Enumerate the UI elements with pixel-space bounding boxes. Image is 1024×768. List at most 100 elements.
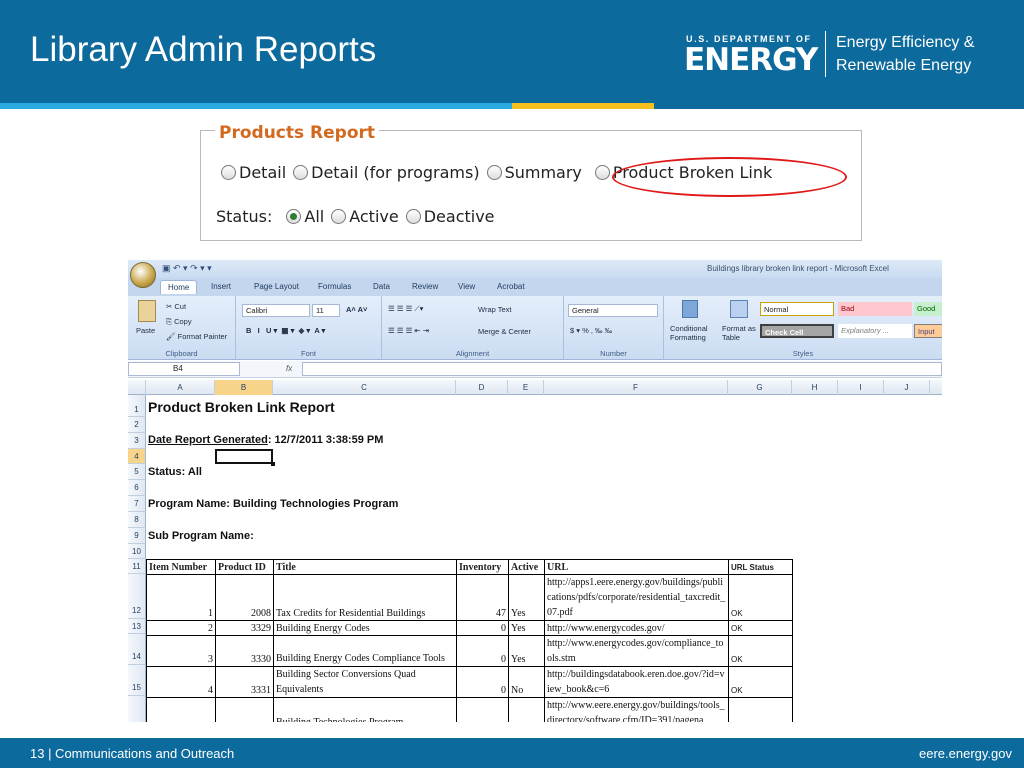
url-status-cell[interactable]: OK <box>728 666 793 698</box>
font-size-select[interactable]: 11 <box>312 304 340 317</box>
align-top-buttons[interactable]: ☰ ☰ ☰ ⟋▾ <box>388 304 423 314</box>
row-header[interactable]: 1 <box>128 395 146 417</box>
item-cell[interactable]: 4 <box>146 666 216 698</box>
radio-circle[interactable] <box>293 165 309 180</box>
row-header[interactable]: 7 <box>128 496 146 512</box>
active-cell[interactable]: Yes <box>508 635 545 667</box>
row-header[interactable]: 6 <box>128 480 146 496</box>
formula-input[interactable] <box>302 362 942 376</box>
row-header[interactable]: 12 <box>128 574 146 619</box>
header-url[interactable]: URL <box>544 559 729 575</box>
style-good[interactable]: Good <box>914 302 942 316</box>
date-cell[interactable]: Date Report Generated: 12/7/2011 3:38:59… <box>148 434 383 446</box>
office-button-icon[interactable] <box>130 262 156 288</box>
product-id-cell[interactable] <box>215 697 274 722</box>
url-cell[interactable]: http://buildingsdatabook.eren.doe.gov/?i… <box>544 666 729 698</box>
radio-status-deactive[interactable]: Deactive <box>405 207 495 226</box>
inventory-cell[interactable]: 0 <box>456 635 509 667</box>
column-header[interactable]: I <box>838 380 884 395</box>
tab-view[interactable]: View <box>458 282 475 291</box>
font-name-select[interactable]: Calibri <box>242 304 310 317</box>
row-header[interactable]: 2 <box>128 417 146 433</box>
column-header[interactable]: J <box>884 380 930 395</box>
grow-shrink-font[interactable]: A˄ A˅ <box>346 305 367 314</box>
active-cell[interactable]: Yes <box>508 620 545 636</box>
name-box[interactable]: B4 <box>128 362 240 376</box>
row-header[interactable]: 11 <box>128 559 146 574</box>
header-title[interactable]: Title <box>273 559 457 575</box>
tab-insert[interactable]: Insert <box>211 282 231 291</box>
product-id-cell[interactable]: 3329 <box>215 620 274 636</box>
tab-page-layout[interactable]: Page Layout <box>254 282 299 291</box>
row-header[interactable]: 9 <box>128 528 146 544</box>
active-cell[interactable]: No <box>508 666 545 698</box>
merge-center-button[interactable]: Merge & Center <box>478 327 531 336</box>
column-header[interactable]: G <box>728 380 792 395</box>
title-cell[interactable]: Building Sector Conversions Quad Equival… <box>273 666 457 698</box>
column-header[interactable]: E <box>508 380 544 395</box>
title-cell[interactable]: Building Technologies Program - <box>273 697 457 722</box>
header-item-number[interactable]: Item Number <box>146 559 216 575</box>
product-id-cell[interactable]: 3331 <box>215 666 274 698</box>
inventory-cell[interactable]: 0 <box>456 620 509 636</box>
url-cell[interactable]: http://www.eere.energy.gov/buildings/too… <box>544 697 729 722</box>
program-cell[interactable]: Program Name: Building Technologies Prog… <box>148 498 398 510</box>
radio-circle[interactable] <box>331 209 347 224</box>
style-explanatory[interactable]: Explanatory ... <box>838 324 912 338</box>
row-header[interactable]: 10 <box>128 544 146 559</box>
radio-detail-programs[interactable]: Detail (for programs) <box>293 163 480 182</box>
title-cell[interactable]: Tax Credits for Residential Buildings <box>273 574 457 621</box>
copy-button[interactable]: ⎘ Copy <box>166 317 192 327</box>
paste-icon[interactable] <box>138 300 156 322</box>
header-product-id[interactable]: Product ID <box>215 559 274 575</box>
url-status-cell[interactable]: OK <box>728 620 793 636</box>
url-cell[interactable]: http://www.energycodes.gov/ <box>544 620 729 636</box>
item-cell[interactable]: 1 <box>146 574 216 621</box>
active-cell[interactable]: Yes <box>508 574 545 621</box>
item-cell[interactable]: 3 <box>146 635 216 667</box>
title-cell[interactable]: Building Energy Codes <box>273 620 457 636</box>
style-check-cell[interactable]: Check Cell <box>760 324 834 338</box>
tab-formulas[interactable]: Formulas <box>318 282 351 291</box>
status-cell[interactable]: Status: All <box>148 466 202 478</box>
row-header[interactable]: 5 <box>128 464 146 480</box>
url-cell[interactable]: http://apps1.eere.energy.gov/buildings/p… <box>544 574 729 621</box>
sub-program-cell[interactable]: Sub Program Name: <box>148 530 254 542</box>
row-header[interactable]: 3 <box>128 433 146 449</box>
url-status-cell[interactable]: OK <box>728 635 793 667</box>
number-format-select[interactable]: General <box>568 304 658 317</box>
row-header[interactable] <box>128 696 146 722</box>
align-horizontal-buttons[interactable]: ☰ ☰ ☰ ⇤ ⇥ <box>388 326 429 335</box>
item-cell[interactable] <box>146 697 216 722</box>
column-header[interactable]: H <box>792 380 838 395</box>
row-header[interactable]: 8 <box>128 512 146 528</box>
item-cell[interactable]: 2 <box>146 620 216 636</box>
radio-status-all[interactable]: All <box>286 207 324 226</box>
radio-circle[interactable] <box>486 165 502 180</box>
tab-acrobat[interactable]: Acrobat <box>497 282 525 291</box>
url-status-cell[interactable]: OK <box>728 574 793 621</box>
inventory-cell[interactable] <box>456 697 509 722</box>
header-active[interactable]: Active <box>508 559 545 575</box>
bold-italic-underline[interactable]: B I U ▾ ▦ ▾ ◈ ▾ A ▾ <box>246 326 325 335</box>
cut-button[interactable]: ✂ Cut <box>166 302 186 311</box>
header-inventory[interactable]: Inventory <box>456 559 509 575</box>
format-painter-button[interactable]: 🖌 Format Painter <box>166 332 227 341</box>
radio-status-active[interactable]: Active <box>331 207 399 226</box>
url-status-cell[interactable] <box>728 697 793 722</box>
product-id-cell[interactable]: 2008 <box>215 574 274 621</box>
format-table-icon[interactable] <box>730 300 748 318</box>
tab-review[interactable]: Review <box>412 282 438 291</box>
column-header[interactable]: F <box>544 380 728 395</box>
title-cell[interactable]: Building Energy Codes Compliance Tools <box>273 635 457 667</box>
column-header[interactable]: A <box>146 380 215 395</box>
conditional-formatting-button[interactable]: Conditional Formatting <box>670 324 722 342</box>
radio-circle[interactable] <box>594 165 610 180</box>
column-header[interactable]: D <box>456 380 508 395</box>
fx-icon[interactable]: fx <box>286 364 292 373</box>
tab-home[interactable]: Home <box>160 280 198 294</box>
quick-access-toolbar[interactable]: ▣ ↶ ▾ ↷ ▾ ▾ <box>162 263 244 275</box>
report-title-cell[interactable]: Product Broken Link Report <box>148 399 335 415</box>
number-format-buttons[interactable]: $ ▾ % , ‰ ‰ <box>570 326 612 335</box>
column-header[interactable]: B <box>215 380 273 395</box>
